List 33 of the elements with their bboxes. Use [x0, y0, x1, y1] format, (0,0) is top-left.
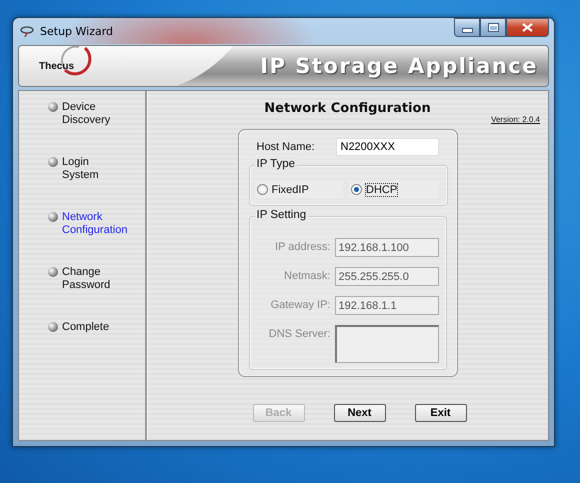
bullet-icon	[48, 157, 58, 167]
minimize-button[interactable]	[454, 18, 480, 37]
bullet-icon	[48, 322, 58, 332]
logo-text: Thecus	[39, 60, 74, 72]
bullet-icon	[48, 212, 58, 222]
step-link[interactable]: Network Configuration	[62, 211, 128, 237]
bullet-icon	[48, 102, 58, 112]
radio-button[interactable]	[256, 184, 268, 195]
radio-label: FixedIP	[272, 184, 309, 196]
field-label: IP address:	[274, 241, 332, 253]
window-title: Setup Wizard	[40, 24, 114, 38]
wizard-button[interactable]: Exit	[414, 404, 466, 422]
group-legend: IP Setting	[254, 209, 308, 221]
step-link[interactable]: Device Discovery	[62, 101, 110, 127]
bullet-icon	[48, 267, 58, 277]
field-label: Host Name:	[256, 141, 316, 153]
banner-title: IP Storage Appliance	[260, 54, 538, 78]
field-label: DNS Server:	[268, 328, 332, 340]
close-button[interactable]	[506, 18, 549, 37]
radio-label: DHCP	[366, 184, 398, 196]
step-link[interactable]: Change Password	[62, 266, 110, 292]
field-label: Gateway IP:	[270, 299, 332, 311]
page-title: Network Configuration	[264, 101, 431, 116]
host-name-field[interactable]: N2200XXX	[336, 138, 438, 156]
group-legend: IP Type	[254, 158, 298, 170]
maximize-button[interactable]	[480, 18, 506, 37]
version-link[interactable]: Version: 2.0.4	[491, 115, 540, 124]
radio-button[interactable]	[351, 184, 362, 195]
step-link[interactable]: Complete	[62, 321, 110, 334]
step-link[interactable]: Login System	[62, 156, 99, 182]
wizard-button[interactable]: Next	[334, 404, 386, 422]
field-label: Netmask:	[283, 270, 332, 282]
close-icon	[522, 23, 533, 32]
